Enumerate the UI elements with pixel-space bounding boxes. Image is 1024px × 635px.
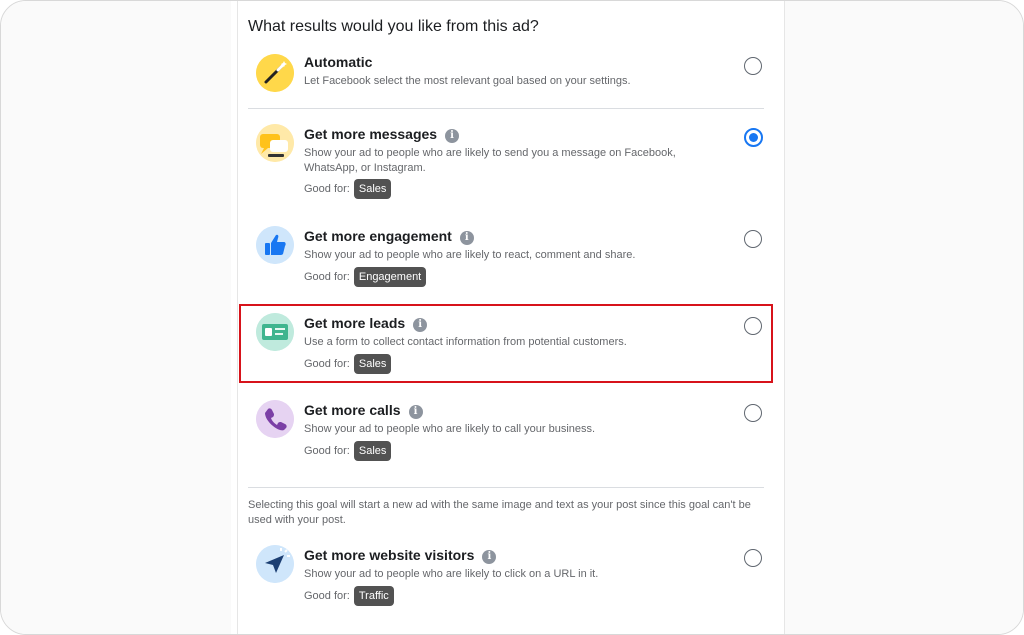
option-title: Automatic: [304, 54, 373, 70]
highlight-box: [239, 304, 773, 383]
divider: [248, 108, 764, 109]
option-title: Get more messages i: [304, 126, 460, 143]
left-background: [1, 1, 231, 634]
radio-get-more-website-visitors[interactable]: [744, 549, 762, 567]
option-automatic[interactable]: Automatic Let Facebook select the most r…: [248, 52, 768, 108]
divider: [248, 487, 764, 488]
magic-wand-icon: [256, 54, 294, 92]
option-description: Show your ad to people who are likely to…: [304, 423, 596, 435]
radio-automatic[interactable]: [744, 57, 762, 75]
good-for-label: Good for:: [304, 183, 350, 195]
phone-icon: [256, 400, 294, 438]
option-get-more-website-visitors[interactable]: Get more website visitors i Show your ad …: [248, 543, 768, 609]
option-title: Get more engagement i: [304, 228, 474, 245]
chat-bubble-icon: [256, 124, 294, 162]
option-get-more-messages[interactable]: Get more messages i Show your ad to peopl…: [248, 122, 768, 202]
radio-get-more-calls[interactable]: [744, 404, 762, 422]
option-description: Show your ad to people who are likely to…: [304, 147, 676, 174]
option-title-text: Get more website visitors: [304, 547, 475, 563]
good-for-label: Good for:: [304, 271, 350, 283]
good-for: Good for: Traffic: [304, 586, 394, 606]
goal-chip: Engagement: [353, 267, 427, 287]
goal-chip: Sales: [353, 179, 392, 199]
right-background: [785, 1, 1023, 634]
good-for-label: Good for:: [304, 445, 350, 457]
option-title: Get more website visitors i: [304, 547, 497, 564]
goal-chip: Traffic: [353, 586, 394, 606]
info-icon[interactable]: i: [459, 231, 474, 245]
info-icon[interactable]: i: [408, 405, 423, 419]
option-title-text: Get more calls: [304, 402, 401, 418]
page-title: What results would you like from this ad…: [248, 18, 539, 35]
option-description: Show your ad to people who are likely to…: [304, 249, 636, 261]
goal-chip: Sales: [353, 441, 392, 461]
option-description: Show your ad to people who are likely to…: [304, 568, 599, 580]
radio-get-more-engagement[interactable]: [744, 230, 762, 248]
cursor-arrow-icon: [256, 545, 294, 583]
good-for: Good for: Sales: [304, 179, 392, 199]
radio-get-more-messages[interactable]: [744, 128, 763, 147]
info-icon[interactable]: i: [482, 550, 497, 564]
good-for: Good for: Sales: [304, 441, 392, 461]
option-title: Get more calls i: [304, 402, 423, 419]
goal-note: Selecting this goal will start a new ad …: [248, 499, 751, 526]
option-get-more-calls[interactable]: Get more calls i Show your ad to people w…: [248, 398, 768, 464]
option-description: Let Facebook select the most relevant go…: [304, 75, 631, 87]
good-for-label: Good for:: [304, 590, 350, 602]
option-title-text: Get more engagement: [304, 228, 452, 244]
thumbs-up-icon: [256, 226, 294, 264]
option-title-text: Get more messages: [304, 126, 438, 142]
option-get-more-engagement[interactable]: Get more engagement i Show your ad to peo…: [248, 224, 768, 294]
good-for: Good for: Engagement: [304, 267, 427, 287]
info-icon[interactable]: i: [445, 129, 460, 143]
